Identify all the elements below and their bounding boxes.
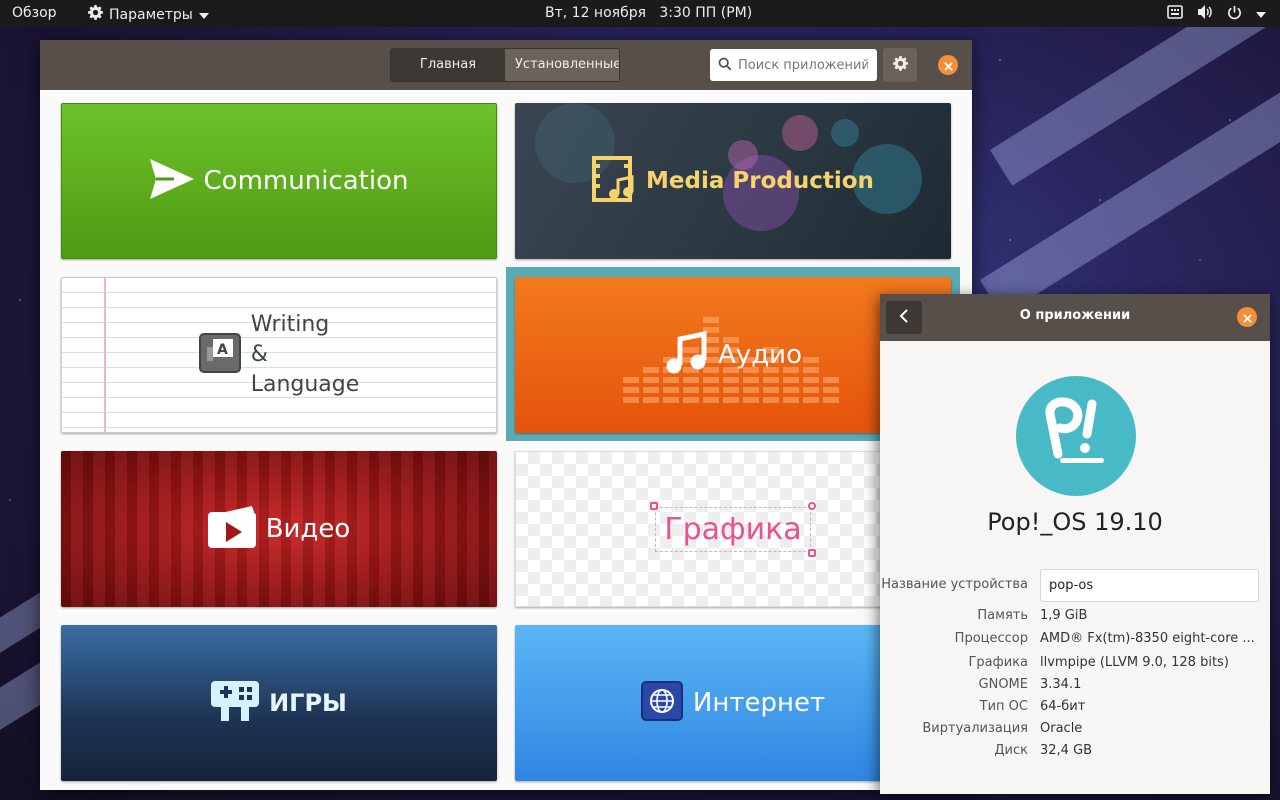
category-label: Графика: [664, 511, 802, 547]
power-icon[interactable]: [1227, 5, 1242, 24]
category-label-line: Writing: [250, 312, 330, 337]
info-row-gnome: GNOME 3.34.1: [880, 677, 1270, 697]
category-label: Writing & Language: [251, 310, 360, 400]
info-value: 3.34.1: [1040, 677, 1082, 692]
category-label-line: Language: [250, 372, 360, 397]
clock-label: Вт, 12 ноября 3:30 ПП (PM): [545, 5, 753, 21]
close-button[interactable]: [1237, 307, 1257, 327]
category-label: Media Production: [646, 168, 874, 194]
category-label: Видео: [265, 514, 351, 544]
category-label: Communication: [203, 166, 409, 196]
category-label-line: &: [250, 342, 268, 367]
category-video[interactable]: Видео: [61, 451, 497, 607]
info-row-os-type: Тип ОС 64-бит: [880, 699, 1270, 719]
gear-icon: [892, 55, 908, 75]
send-icon: [149, 159, 194, 203]
info-row-graphics: Графика llvmpipe (LLVM 9.0, 128 bits): [880, 655, 1270, 675]
info-key: Процессор: [954, 631, 1028, 646]
info-value: 32,4 GB: [1040, 743, 1093, 758]
text-editor-icon: A: [198, 333, 241, 377]
category-media-production[interactable]: Media Production: [515, 103, 951, 259]
info-key: Память: [977, 608, 1028, 623]
info-key: Графика: [968, 655, 1028, 670]
volume-icon[interactable]: [1197, 4, 1213, 24]
search-input[interactable]: [738, 57, 868, 73]
settings-button[interactable]: [883, 48, 917, 82]
info-key: Виртуализация: [922, 721, 1028, 736]
tab-main[interactable]: Главная: [391, 49, 505, 81]
keyboard-icon[interactable]: [1167, 5, 1183, 23]
app-menu-button[interactable]: Параметры: [88, 5, 209, 24]
category-label: Аудио: [718, 340, 802, 370]
close-button[interactable]: [938, 55, 958, 75]
chevron-down-icon: [198, 7, 209, 23]
device-name-label: Название устройства: [881, 577, 1028, 592]
info-key: Тип ОС: [979, 699, 1028, 714]
selection-frame-icon: Графика: [650, 501, 816, 557]
gear-icon: [88, 5, 103, 24]
category-label: ИГРЫ: [269, 689, 347, 717]
search-icon: [718, 56, 732, 75]
system-tray[interactable]: [1167, 4, 1266, 24]
category-label: Интернет: [692, 688, 826, 718]
dialog-title: О приложении: [1019, 308, 1131, 323]
activities-button[interactable]: Обзор: [12, 5, 57, 21]
resize-handle: [650, 501, 659, 510]
software-window: Главная Установленные Communication: [40, 40, 972, 790]
resize-handle: [807, 548, 816, 557]
category-communication[interactable]: Communication: [61, 103, 497, 259]
info-value: Oracle: [1040, 721, 1083, 736]
close-icon: [1242, 308, 1252, 327]
header-bar: Главная Установленные: [40, 40, 972, 90]
info-value: AMD® Fx(tm)-8350 eight-core ...: [1040, 631, 1255, 646]
music-note-icon: [664, 330, 708, 379]
pop-os-logo: [1016, 376, 1136, 496]
tab-installed[interactable]: Установленные: [505, 49, 619, 81]
info-value: 1,9 GiB: [1040, 608, 1088, 623]
os-name: Pop!_OS 19.10: [987, 508, 1163, 536]
dialog-header: О приложении: [880, 294, 1270, 341]
info-value: llvmpipe (LLVM 9.0, 128 bits): [1040, 655, 1229, 670]
info-value: 64-бит: [1040, 699, 1086, 714]
category-writing-language[interactable]: A Writing & Language: [61, 277, 497, 433]
category-games[interactable]: ИГРЫ: [61, 625, 497, 781]
film-music-icon: [592, 156, 636, 206]
video-icon: [207, 506, 256, 552]
chevron-down-icon[interactable]: [1256, 7, 1266, 22]
info-row-memory: Память 1,9 GiB: [880, 608, 1270, 628]
globe-icon: [640, 681, 683, 725]
resize-handle: [807, 501, 816, 510]
info-key: GNOME: [978, 677, 1028, 692]
device-name-field[interactable]: [1040, 569, 1259, 602]
info-row-processor: Процессор AMD® Fx(tm)-8350 eight-core ..…: [880, 631, 1270, 651]
info-key: Диск: [994, 743, 1028, 758]
activities-label: Обзор: [12, 5, 57, 21]
svg-text:A: A: [217, 342, 228, 358]
gamepad-icon: [211, 677, 260, 729]
view-switcher: Главная Установленные: [390, 48, 620, 82]
app-menu-label: Параметры: [109, 6, 193, 23]
about-dialog: О приложении Pop!_OS 19.10 Название устр…: [880, 294, 1270, 794]
info-row-disk: Диск 32,4 GB: [880, 743, 1270, 763]
top-bar: Обзор Параметры Вт, 12 ноября 3:30 ПП (P…: [0, 0, 1280, 27]
close-icon: [943, 56, 953, 75]
clock-button[interactable]: Вт, 12 ноября 3:30 ПП (PM): [545, 5, 752, 21]
search-box[interactable]: [710, 49, 877, 81]
info-row-virtualization: Виртуализация Oracle: [880, 721, 1270, 741]
